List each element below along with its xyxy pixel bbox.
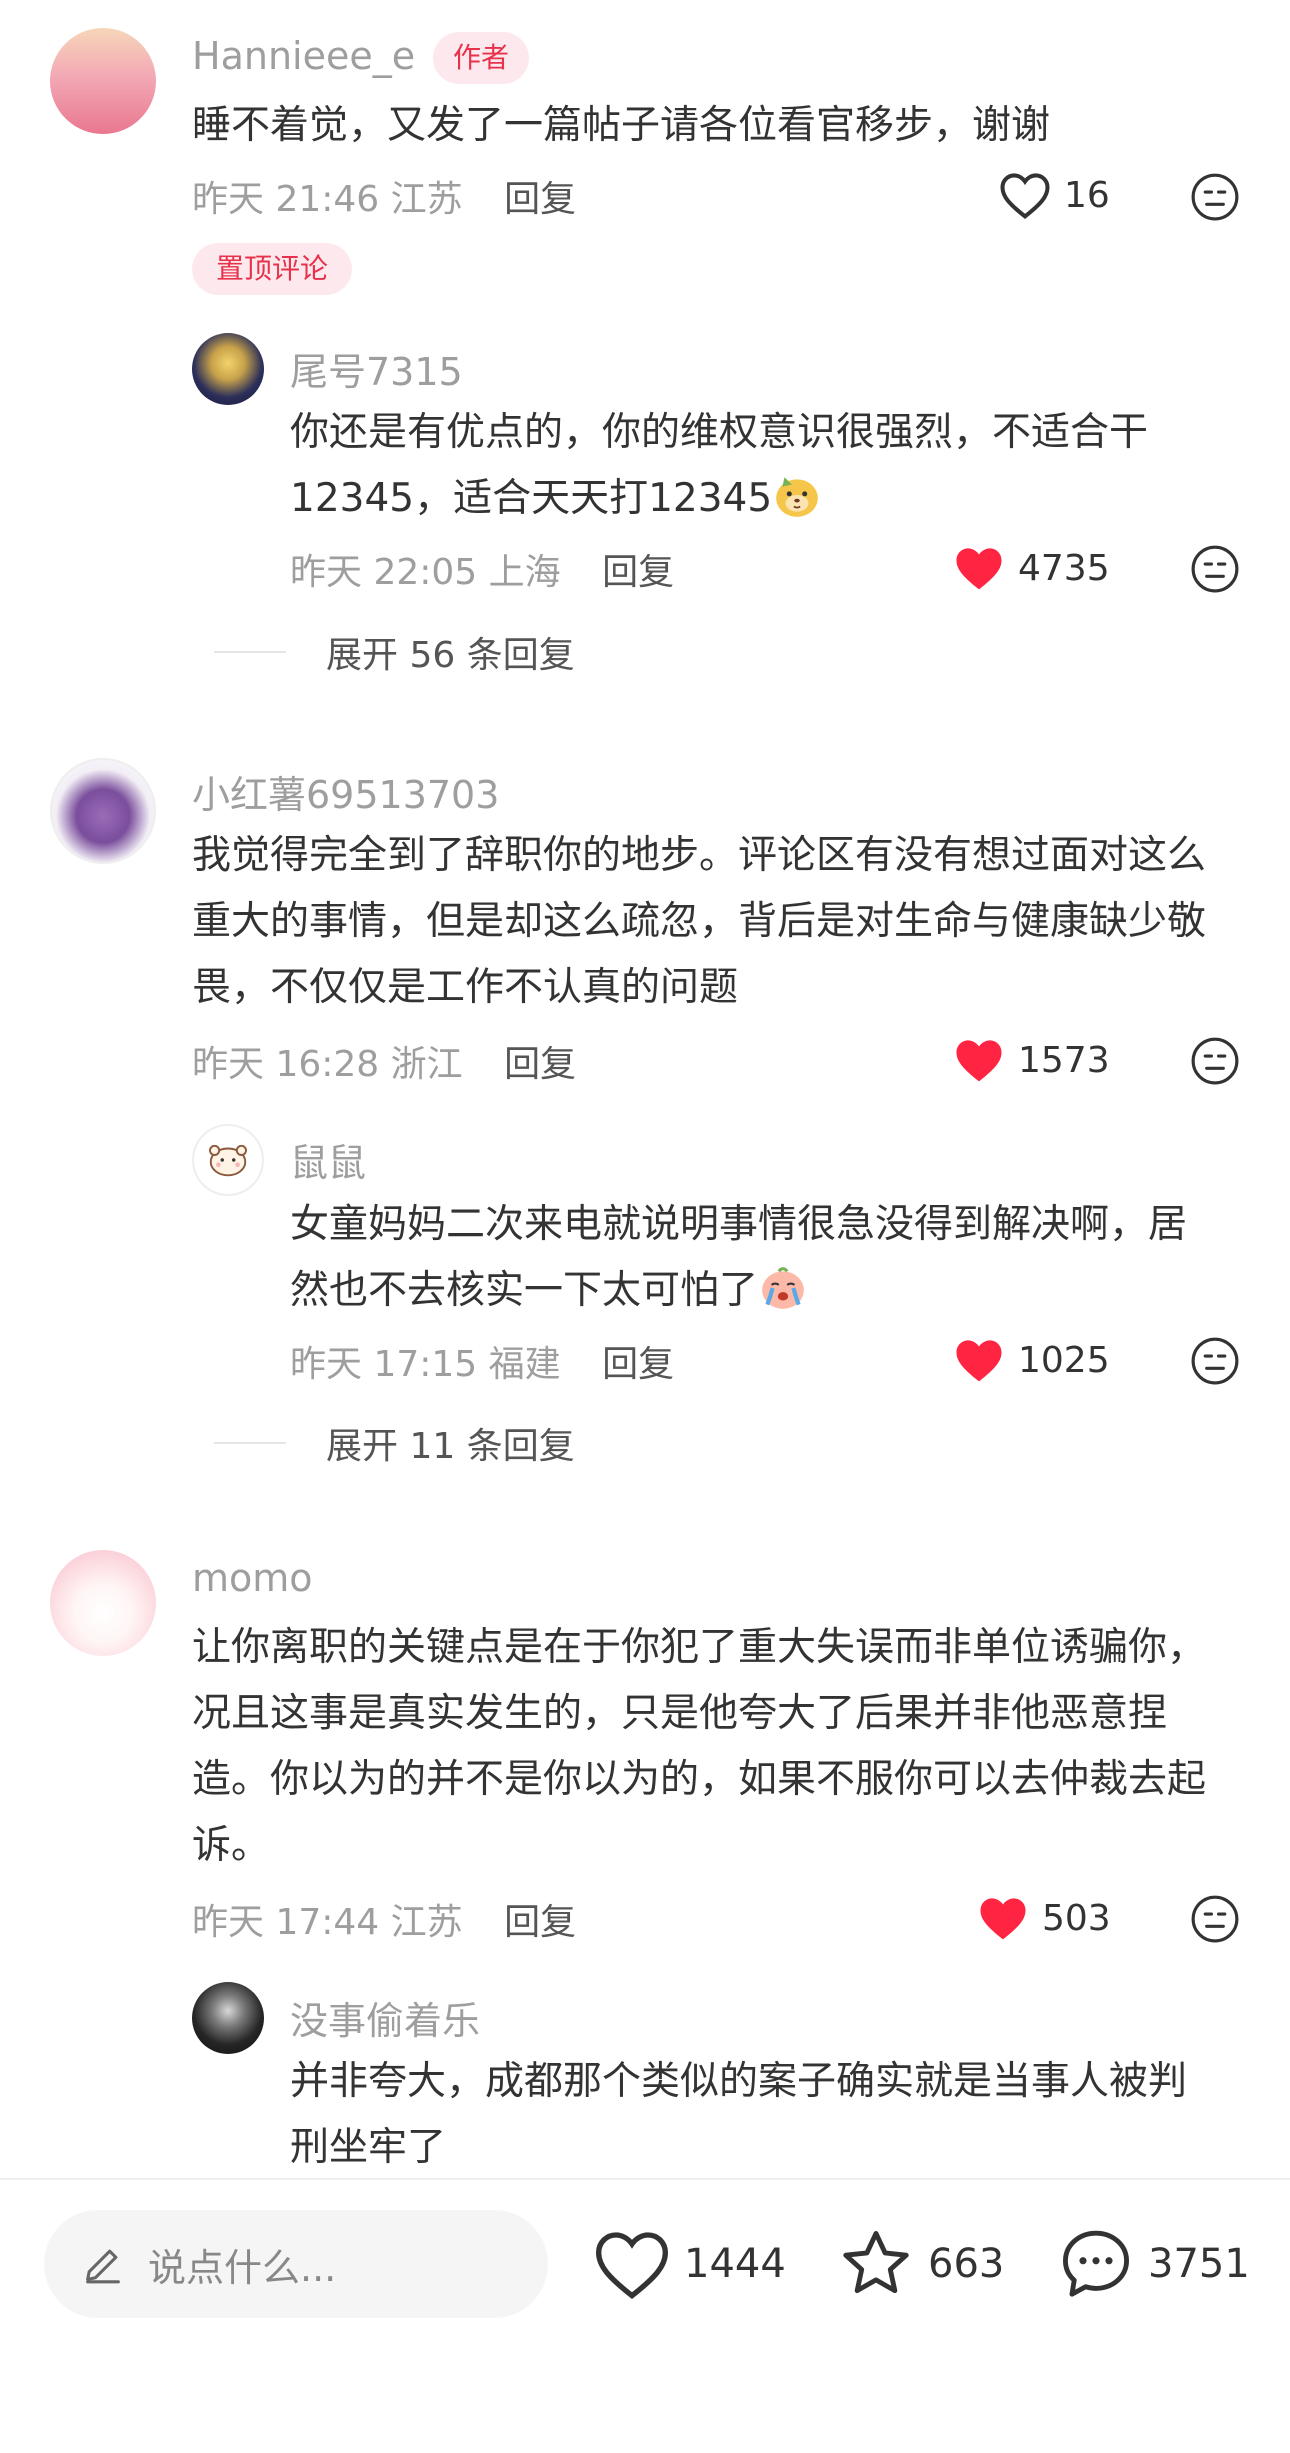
comment-time: 昨天 16:28 bbox=[192, 1044, 380, 1085]
reply-username[interactable]: 尾号7315 bbox=[290, 341, 463, 396]
comment-count-button[interactable]: 3751 bbox=[1056, 2222, 1250, 2306]
like-count: 1573 bbox=[1018, 1039, 1110, 1081]
reply-button[interactable]: 回复 bbox=[602, 1344, 674, 1385]
like-button[interactable]: 16 bbox=[998, 170, 1110, 220]
comment-meta: 昨天 21:46 江苏 回复 bbox=[192, 170, 576, 222]
comment-input[interactable]: 说点什么... bbox=[44, 2210, 548, 2318]
reply-username[interactable]: 鼠鼠 bbox=[290, 1132, 366, 1187]
avatar[interactable] bbox=[192, 1124, 264, 1196]
comment-text[interactable]: 让你离职的关键点是在于你犯了重大失误而非单位诱骗你，况且这事是真实发生的，只是他… bbox=[192, 1615, 1242, 1879]
comment-location: 江苏 bbox=[390, 179, 463, 220]
comment-meta: 昨天 16:28 浙江 回复 bbox=[192, 1035, 576, 1087]
emoji-neutral-icon[interactable] bbox=[1190, 172, 1240, 222]
like-post-button[interactable]: 1444 bbox=[592, 2222, 786, 2306]
comment-input-placeholder: 说点什么... bbox=[148, 2245, 337, 2290]
emoji-neutral-icon[interactable] bbox=[1190, 544, 1240, 594]
collect-count: 663 bbox=[928, 2241, 1005, 2287]
heart-outline-icon bbox=[1000, 173, 1050, 219]
reply-text[interactable]: 女童妈妈二次来电就说明事情很急没得到解决啊，居然也不去核实一下太可怕了 bbox=[290, 1192, 1220, 1324]
like-button[interactable]: 4735 bbox=[952, 543, 1110, 593]
comment-location: 浙江 bbox=[390, 1044, 463, 1085]
author-badge: 作者 bbox=[433, 32, 530, 84]
like-count: 16 bbox=[1064, 174, 1110, 216]
like-count: 1025 bbox=[1018, 1339, 1110, 1381]
emoji-neutral-icon[interactable] bbox=[1190, 1036, 1240, 1086]
like-count: 503 bbox=[1042, 1897, 1111, 1939]
comment-time: 昨天 21:46 bbox=[192, 179, 380, 220]
post-like-count: 1444 bbox=[684, 2241, 786, 2287]
comment-time: 昨天 17:44 bbox=[192, 1902, 380, 1943]
reply-location: 福建 bbox=[488, 1344, 561, 1385]
reply-text-content: 女童妈妈二次来电就说明事情很急没得到解决啊，居然也不去核实一下太可怕了 bbox=[290, 1202, 1188, 1313]
heart-outline-icon bbox=[595, 2232, 669, 2300]
reply-time: 昨天 17:15 bbox=[290, 1344, 478, 1385]
avatar[interactable] bbox=[192, 333, 264, 405]
heart-filled-icon bbox=[956, 1040, 1002, 1082]
reply-meta: 昨天 17:15 福建 回复 bbox=[290, 1335, 674, 1387]
crying-emoji-icon bbox=[762, 1267, 804, 1309]
collect-button[interactable]: 663 bbox=[836, 2222, 1004, 2306]
heart-filled-icon bbox=[956, 1340, 1002, 1382]
reply-text[interactable]: 你还是有优点的，你的维权意识很强烈，不适合干12345，适合天天打12345 bbox=[290, 400, 1220, 532]
reply-button[interactable]: 回复 bbox=[504, 1902, 576, 1943]
emoji-neutral-icon[interactable] bbox=[1190, 1894, 1240, 1944]
reply-button[interactable]: 回复 bbox=[504, 179, 576, 220]
like-button[interactable]: 1573 bbox=[952, 1035, 1110, 1085]
heart-filled-icon bbox=[980, 1898, 1026, 1940]
comment-username[interactable]: Hannieee_e bbox=[192, 34, 415, 78]
star-outline-icon bbox=[843, 2231, 909, 2294]
comment-location: 江苏 bbox=[390, 1902, 463, 1943]
dog-emoji-icon bbox=[776, 477, 818, 517]
pinned-badge: 置顶评论 bbox=[192, 243, 353, 295]
comment-text[interactable]: 我觉得完全到了辞职你的地步。评论区有没有想过面对这么重大的事情，但是却这么疏忽，… bbox=[192, 823, 1242, 1021]
avatar[interactable] bbox=[192, 1982, 264, 2054]
comment-meta: 昨天 17:44 江苏 回复 bbox=[192, 1893, 576, 1945]
expand-divider bbox=[214, 651, 286, 653]
expand-divider bbox=[214, 1442, 286, 1444]
avatar[interactable] bbox=[50, 758, 156, 864]
pencil-icon bbox=[86, 2249, 120, 2284]
reply-text-content: 你还是有优点的，你的维权意识很强烈，不适合干12345，适合天天打12345 bbox=[290, 410, 1149, 521]
avatar[interactable] bbox=[50, 1550, 156, 1656]
reply-meta: 昨天 22:05 上海 回复 bbox=[290, 543, 674, 595]
expand-replies-label: 展开 11 条回复 bbox=[326, 1426, 575, 1467]
expand-replies-button[interactable]: 展开 56 条回复 bbox=[214, 626, 575, 678]
comment-text[interactable]: 睡不着觉，又发了一篇帖子请各位看官移步，谢谢 bbox=[192, 93, 1232, 159]
like-button[interactable]: 503 bbox=[976, 1893, 1111, 1943]
reply-text[interactable]: 并非夸大，成都那个类似的案子确实就是当事人被判刑坐牢了 bbox=[290, 2049, 1220, 2181]
avatar[interactable] bbox=[50, 28, 156, 134]
reply-button[interactable]: 回复 bbox=[602, 552, 674, 593]
hamster-icon bbox=[209, 1144, 247, 1177]
comment-bubble-icon bbox=[1063, 2230, 1129, 2297]
comment-total-count: 3751 bbox=[1148, 2241, 1250, 2287]
bottom-bar-divider bbox=[0, 2178, 1290, 2180]
like-button[interactable]: 1025 bbox=[952, 1335, 1110, 1385]
reply-time: 昨天 22:05 bbox=[290, 552, 478, 593]
heart-filled-icon bbox=[956, 548, 1002, 590]
reply-location: 上海 bbox=[488, 552, 561, 593]
reply-button[interactable]: 回复 bbox=[504, 1044, 576, 1085]
expand-replies-button[interactable]: 展开 11 条回复 bbox=[214, 1417, 575, 1469]
comment-username[interactable]: momo bbox=[192, 1556, 313, 1600]
comment-username[interactable]: 小红薯69513703 bbox=[192, 764, 499, 819]
reply-username[interactable]: 没事偷着乐 bbox=[290, 1990, 480, 2045]
emoji-neutral-icon[interactable] bbox=[1190, 1336, 1240, 1386]
like-count: 4735 bbox=[1018, 547, 1110, 589]
expand-replies-label: 展开 56 条回复 bbox=[326, 635, 575, 676]
